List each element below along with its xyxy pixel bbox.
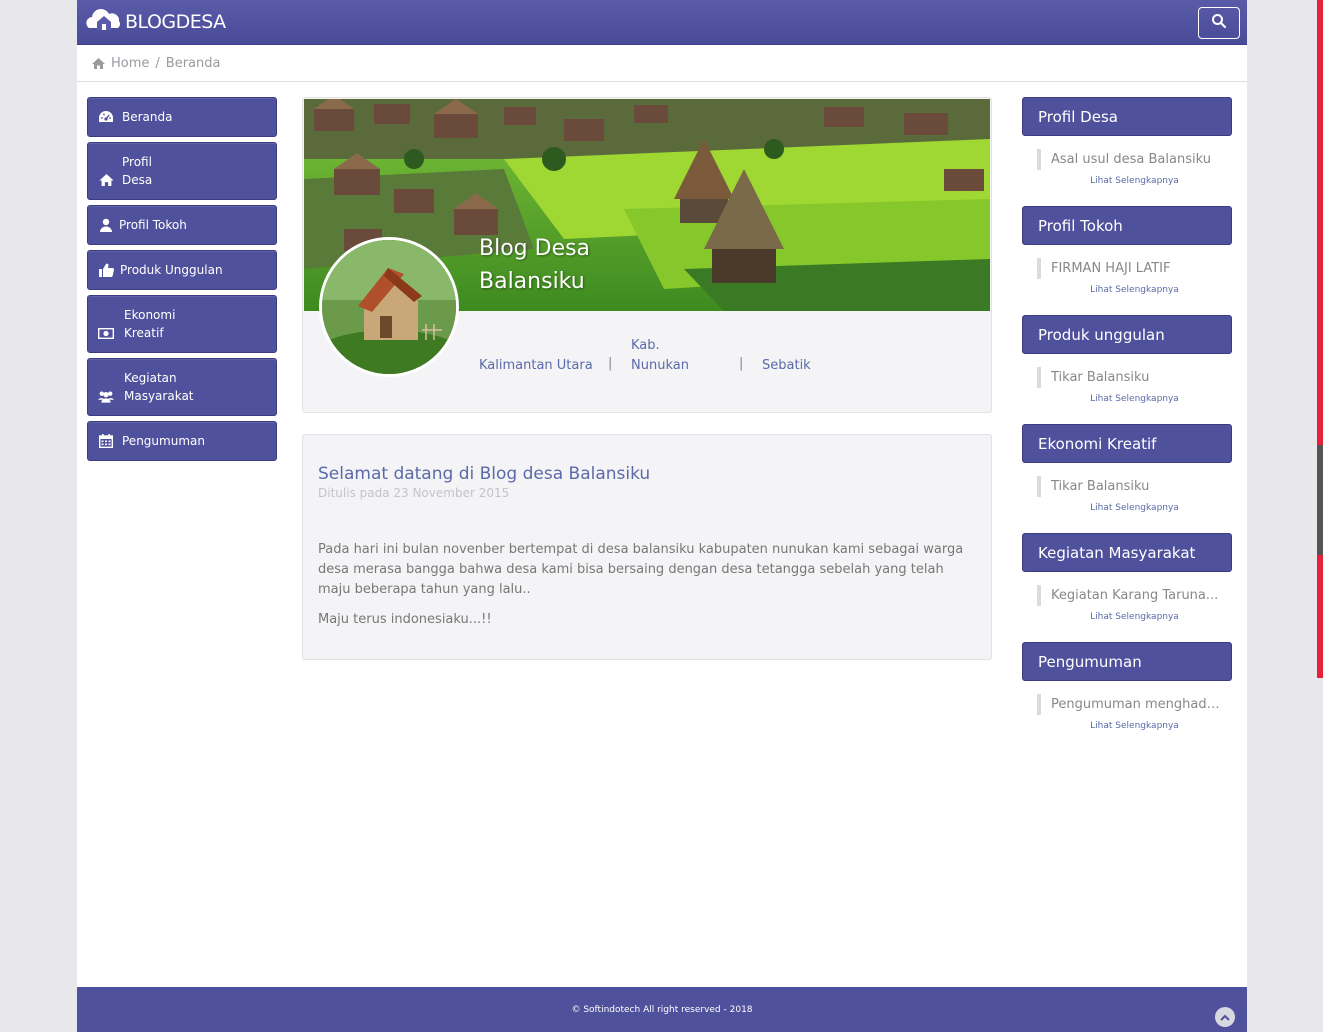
read-more-link[interactable]: Lihat Selengkapnya bbox=[1022, 612, 1232, 622]
widget-pengumuman: Pengumuman Pengumuman menghadapi... Liha… bbox=[1022, 642, 1232, 731]
post-title[interactable]: Selamat datang di Blog desa Balansiku bbox=[318, 464, 976, 484]
right-sidebar: Profil Desa Asal usul desa Balansiku Lih… bbox=[1022, 97, 1232, 751]
widget-item[interactable]: Kegiatan Karang Taruna... bbox=[1037, 585, 1222, 606]
sidebar-item-profil-tokoh[interactable]: Profil Tokoh bbox=[87, 205, 277, 245]
brand-name: BLOGDESA bbox=[125, 11, 226, 33]
sidebar-item-label: Profil Tokoh bbox=[119, 218, 187, 232]
label-line-2: Kreatif bbox=[124, 326, 164, 340]
calendar-icon bbox=[98, 433, 114, 449]
page: BLOGDESA Home / Beranda Beranda Profil D… bbox=[77, 0, 1247, 1032]
widget-title: Produk unggulan bbox=[1022, 315, 1232, 354]
location-kabupaten: Kab. Nunukan bbox=[631, 336, 689, 376]
user-icon bbox=[98, 217, 114, 233]
main-content: Blog Desa Balansiku Kalimantan Utara | K… bbox=[302, 97, 992, 660]
widget-item[interactable]: Tikar Balansiku bbox=[1037, 476, 1222, 497]
sidebar-item-label: Profil Desa bbox=[122, 153, 152, 189]
footer-copyright: © Softindotech All right reserved - 2018 bbox=[571, 1004, 753, 1015]
chevron-up-icon bbox=[1220, 1014, 1230, 1021]
label-line-1: Profil bbox=[122, 155, 152, 169]
location-province: Kalimantan Utara bbox=[479, 358, 593, 373]
post-paragraph: Pada hari ini bulan novenber bertempat d… bbox=[318, 542, 964, 597]
profile-card: Blog Desa Balansiku Kalimantan Utara | K… bbox=[302, 97, 992, 413]
scrollbar-thumb[interactable] bbox=[1317, 445, 1323, 555]
sidebar-item-label: Produk Unggulan bbox=[120, 263, 223, 277]
read-more-link[interactable]: Lihat Selengkapnya bbox=[1022, 503, 1232, 513]
thumbs-up-icon bbox=[98, 262, 114, 278]
house-cloud-icon bbox=[85, 6, 123, 38]
widget-item[interactable]: FIRMAN HAJI LATIF bbox=[1037, 258, 1222, 279]
sidebar-item-label: Kegiatan Masyarakat bbox=[124, 369, 194, 405]
village-avatar bbox=[319, 237, 459, 377]
breadcrumb-current: Beranda bbox=[165, 55, 221, 71]
sidebar-item-label: Beranda bbox=[122, 110, 173, 124]
read-more-link[interactable]: Lihat Selengkapnya bbox=[1022, 394, 1232, 404]
widget-profil-tokoh: Profil Tokoh FIRMAN HAJI LATIF Lihat Sel… bbox=[1022, 206, 1232, 295]
left-sidebar: Beranda Profil Desa Profil Tokoh Produk … bbox=[87, 97, 277, 466]
widget-item[interactable]: Pengumuman menghadapi... bbox=[1037, 694, 1222, 715]
sidebar-item-profil-desa[interactable]: Profil Desa bbox=[87, 142, 277, 200]
read-more-link[interactable]: Lihat Selengkapnya bbox=[1022, 176, 1232, 186]
post-card: Selamat datang di Blog desa Balansiku Di… bbox=[302, 434, 992, 660]
widget-title: Profil Tokoh bbox=[1022, 206, 1232, 245]
widget-title: Profil Desa bbox=[1022, 97, 1232, 136]
read-more-link[interactable]: Lihat Selengkapnya bbox=[1022, 285, 1232, 295]
widget-item[interactable]: Tikar Balansiku bbox=[1037, 367, 1222, 388]
sidebar-item-beranda[interactable]: Beranda bbox=[87, 97, 277, 137]
blog-title-line-2: Balansiku bbox=[479, 269, 585, 294]
search-icon bbox=[1211, 13, 1227, 33]
sidebar-item-label: Pengumuman bbox=[122, 434, 205, 448]
widget-title: Ekonomi Kreatif bbox=[1022, 424, 1232, 463]
search-button[interactable] bbox=[1198, 7, 1240, 39]
label-line-1: Kegiatan bbox=[124, 371, 177, 385]
kab-line-2: Nunukan bbox=[631, 358, 689, 373]
widget-title: Pengumuman bbox=[1022, 642, 1232, 681]
sidebar-item-produk-unggulan[interactable]: Produk Unggulan bbox=[87, 250, 277, 290]
widget-title: Kegiatan Masyarakat bbox=[1022, 533, 1232, 572]
home-icon bbox=[98, 172, 114, 188]
scrollbar-track[interactable] bbox=[1317, 0, 1323, 678]
top-navbar: BLOGDESA bbox=[77, 0, 1247, 45]
brand-logo[interactable]: BLOGDESA bbox=[85, 5, 226, 39]
post-date: Ditulis pada 23 November 2015 bbox=[318, 486, 510, 500]
blog-title: Blog Desa Balansiku bbox=[479, 232, 590, 298]
breadcrumb-separator: / bbox=[155, 55, 160, 71]
widget-profil-desa: Profil Desa Asal usul desa Balansiku Lih… bbox=[1022, 97, 1232, 186]
breadcrumb-home-link[interactable]: Home bbox=[111, 56, 149, 71]
dashboard-icon bbox=[98, 109, 114, 125]
blog-title-line-1: Blog Desa bbox=[479, 236, 591, 261]
users-icon bbox=[98, 388, 114, 404]
footer: © Softindotech All right reserved - 2018 bbox=[77, 987, 1247, 1032]
location-separator: | bbox=[608, 356, 613, 371]
read-more-link[interactable]: Lihat Selengkapnya bbox=[1022, 721, 1232, 731]
label-line-2: Desa bbox=[122, 173, 153, 187]
kab-line-1: Kab. bbox=[631, 338, 660, 353]
sidebar-item-kegiatan-masyarakat[interactable]: Kegiatan Masyarakat bbox=[87, 358, 277, 416]
home-icon bbox=[92, 57, 105, 69]
widget-ekonomi-kreatif: Ekonomi Kreatif Tikar Balansiku Lihat Se… bbox=[1022, 424, 1232, 513]
widget-kegiatan-masyarakat: Kegiatan Masyarakat Kegiatan Karang Taru… bbox=[1022, 533, 1232, 622]
widget-item[interactable]: Asal usul desa Balansiku bbox=[1037, 149, 1222, 170]
widget-produk-unggulan: Produk unggulan Tikar Balansiku Lihat Se… bbox=[1022, 315, 1232, 404]
location-kecamatan: Sebatik bbox=[762, 358, 811, 373]
sidebar-item-ekonomi-kreatif[interactable]: Ekonomi Kreatif bbox=[87, 295, 277, 353]
location-separator: | bbox=[739, 356, 744, 371]
label-line-1: Ekonomi bbox=[124, 308, 176, 322]
sidebar-item-label: Ekonomi Kreatif bbox=[124, 306, 175, 342]
label-line-2: Masyarakat bbox=[124, 389, 194, 403]
post-paragraph: Maju terus indonesiaku...!! bbox=[318, 612, 492, 627]
back-to-top-button[interactable] bbox=[1215, 1007, 1235, 1027]
post-body: Pada hari ini bulan novenber bertempat d… bbox=[318, 540, 976, 630]
sidebar-item-pengumuman[interactable]: Pengumuman bbox=[87, 421, 277, 461]
money-icon bbox=[98, 325, 114, 341]
breadcrumb: Home / Beranda bbox=[77, 45, 1247, 82]
